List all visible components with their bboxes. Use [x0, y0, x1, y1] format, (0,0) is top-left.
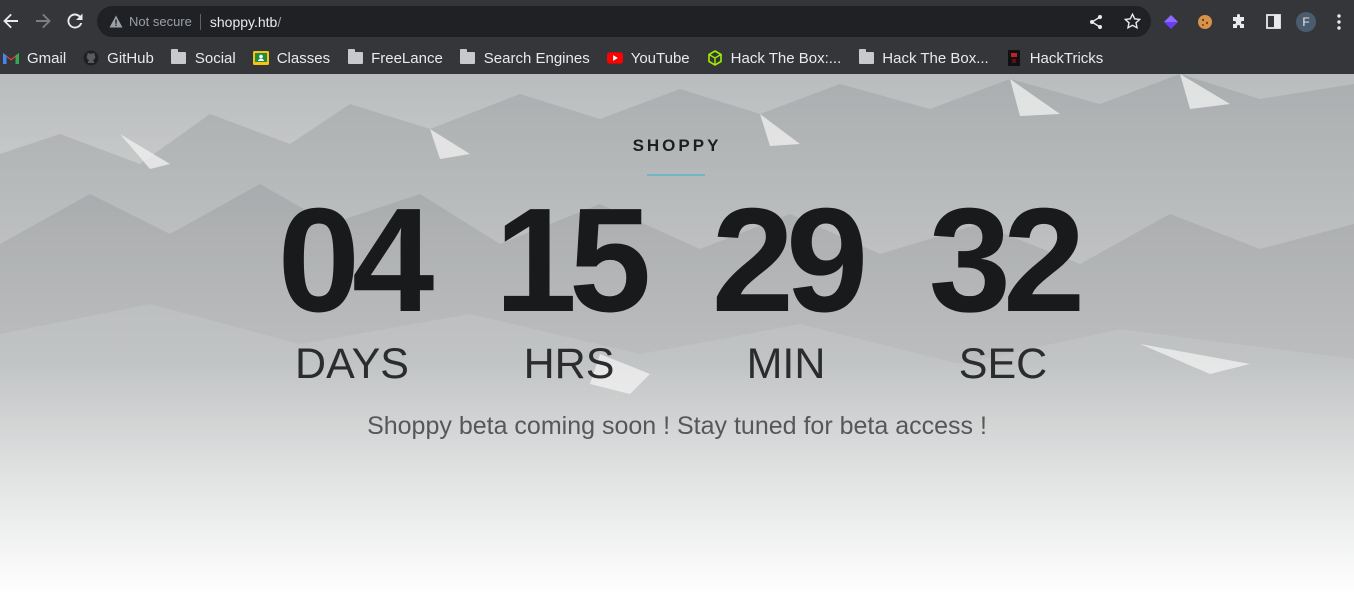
bookmark-label: Social	[194, 49, 236, 67]
brand-underline	[647, 174, 705, 176]
countdown-days: 04 DAYS	[252, 186, 452, 389]
countdown-seconds: 32 SEC	[903, 186, 1103, 389]
site-brand-title: SHOPPY	[632, 136, 722, 155]
folder-icon	[460, 49, 476, 66]
security-label[interactable]: Not secure	[129, 14, 192, 29]
countdown-value: 15	[494, 178, 652, 343]
warning-icon[interactable]	[109, 15, 123, 28]
back-arrow-icon	[3, 13, 19, 29]
bookmark-htb[interactable]: Hack The Box:...	[707, 49, 842, 67]
share-icon[interactable]	[1085, 11, 1107, 33]
browser-toolbar: Not secure shoppy.htb/ F	[0, 0, 1354, 42]
bookmark-classes[interactable]: Classes	[252, 49, 331, 67]
separator	[199, 13, 201, 30]
cookie-extension-icon[interactable]	[1194, 11, 1216, 33]
bookmark-label: GitHub	[107, 49, 154, 67]
countdown-minutes: 29 MIN	[686, 186, 886, 389]
bookmark-gmail[interactable]: Gmail	[3, 50, 66, 67]
bookmark-youtube[interactable]: YouTube	[606, 49, 690, 67]
github-icon	[83, 50, 99, 66]
bookmark-folder-social[interactable]: Social	[171, 49, 236, 67]
page-content: SHOPPY 04 DAYS 15 HRS 29 MIN 32 SEC Shop…	[0, 74, 1354, 594]
bookmark-label: HackTricks	[1029, 49, 1104, 67]
url-path: /	[277, 13, 282, 30]
bookmark-folder-search-engines[interactable]: Search Engines	[460, 49, 590, 67]
youtube-icon	[606, 50, 623, 66]
bookmark-label: FreeLance	[371, 49, 443, 67]
profile-avatar[interactable]: F	[1296, 11, 1316, 32]
reload-button[interactable]	[59, 5, 91, 37]
countdown-value: 32	[928, 178, 1086, 343]
classroom-icon	[252, 50, 269, 66]
extensions-area: F	[1160, 6, 1350, 37]
back-button[interactable]	[0, 5, 27, 37]
bookmark-label: Classes	[276, 49, 331, 67]
bookmark-label: Search Engines	[483, 49, 590, 67]
folder-icon	[171, 49, 187, 66]
bookmark-label: Gmail	[27, 49, 67, 67]
bookmark-star-icon[interactable]	[1121, 11, 1143, 33]
bookmark-github[interactable]: GitHub	[83, 50, 154, 67]
url-host: shoppy.htb	[209, 13, 278, 30]
folder-icon	[347, 49, 363, 66]
countdown-label: MIN	[746, 340, 826, 388]
bookmark-folder-freelance[interactable]: FreeLance	[347, 49, 443, 67]
countdown-label: SEC	[958, 340, 1048, 388]
countdown-value: 04	[277, 178, 435, 343]
url-text[interactable]: shoppy.htb/	[210, 14, 281, 30]
forward-arrow-icon	[36, 13, 51, 29]
bookmark-hacktricks[interactable]: HackTricks	[1006, 49, 1104, 67]
countdown-label: DAYS	[295, 340, 409, 388]
bookmark-label: YouTube	[630, 49, 690, 67]
address-bar[interactable]: Not secure shoppy.htb/	[97, 6, 1151, 37]
bookmark-label: Hack The Box:...	[730, 49, 842, 67]
reload-icon	[67, 13, 83, 29]
purple-extension-icon[interactable]	[1160, 11, 1182, 33]
bookmark-folder-htb[interactable]: Hack The Box...	[858, 49, 989, 67]
folder-icon	[858, 49, 874, 66]
countdown-label: HRS	[523, 340, 615, 388]
menu-kebab-icon[interactable]	[1328, 11, 1350, 33]
gmail-icon	[3, 50, 19, 66]
forward-button[interactable]	[27, 5, 59, 37]
side-panel-icon[interactable]	[1262, 11, 1284, 33]
htb-icon	[707, 50, 723, 66]
countdown-hours: 15 HRS	[469, 186, 669, 389]
hacktricks-icon	[1006, 50, 1022, 66]
countdown-value: 29	[711, 178, 869, 343]
extensions-puzzle-icon[interactable]	[1228, 11, 1250, 33]
coming-soon-message: Shoppy beta coming soon ! Stay tuned for…	[367, 412, 987, 440]
bookmarks-bar: Gmail GitHub Social Classes FreeLance Se…	[0, 42, 1354, 74]
bookmark-label: Hack The Box...	[882, 49, 989, 67]
